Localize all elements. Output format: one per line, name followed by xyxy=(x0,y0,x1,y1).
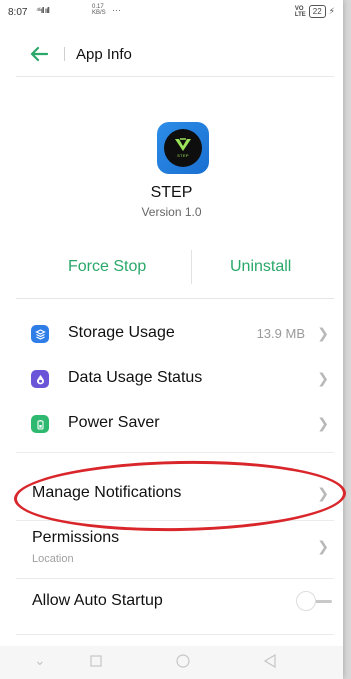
chevron-right-icon: ❯ xyxy=(317,538,329,554)
storage-usage-label: Storage Usage xyxy=(68,324,175,341)
system-nav-bar: ⌄ xyxy=(0,646,343,679)
charging-icon: ⚡ xyxy=(328,6,335,16)
storage-icon xyxy=(31,325,49,343)
header-divider xyxy=(64,47,65,61)
action-divider xyxy=(191,250,192,284)
recents-square-icon[interactable] xyxy=(90,654,102,670)
arrow-left-icon[interactable] xyxy=(30,46,49,62)
battery-icon: 22 xyxy=(308,5,326,18)
back-triangle-icon[interactable] xyxy=(263,653,276,671)
section-rule xyxy=(16,452,334,453)
home-circle-icon[interactable] xyxy=(176,654,190,671)
power-saver-row[interactable]: Power Saver ❯ xyxy=(0,404,343,444)
chevron-down-icon[interactable]: ⌄ xyxy=(34,652,46,669)
data-usage-row[interactable]: Data Usage Status ❯ xyxy=(0,359,343,399)
app-bar: App Info xyxy=(0,36,343,77)
permissions-label: Permissions xyxy=(32,529,120,546)
power-saver-label: Power Saver xyxy=(68,414,160,431)
app-version: Version 1.0 xyxy=(141,205,202,219)
network-speed-unit: KB/S xyxy=(92,10,106,16)
volte-bottom: LTE xyxy=(294,11,306,18)
v-logo-icon xyxy=(175,138,191,151)
auto-startup-toggle[interactable] xyxy=(296,591,336,611)
app-icon: STEP xyxy=(157,122,209,174)
section-rule xyxy=(16,578,334,579)
volte-icon: VO LTE xyxy=(295,6,306,18)
app-name: STEP xyxy=(150,184,193,201)
page-title: App Info xyxy=(76,46,132,63)
header-rule xyxy=(16,76,334,77)
chevron-right-icon: ❯ xyxy=(317,370,329,386)
app-icon-inner: STEP xyxy=(164,129,202,167)
permissions-subtitle: Location xyxy=(32,553,74,565)
permissions-row[interactable]: Permissions Location ❯ xyxy=(0,526,343,574)
auto-startup-row: Allow Auto Startup xyxy=(0,582,343,622)
chevron-right-icon: ❯ xyxy=(317,415,329,431)
data-usage-label: Data Usage Status xyxy=(68,369,203,386)
status-bar: 8:07 ⁴⁶ıll ııll 0.17 KB/S ··· VO LTE 22 … xyxy=(0,0,343,26)
storage-usage-row[interactable]: Storage Usage 13.9 MB ❯ xyxy=(0,314,343,354)
phone-screen: 8:07 ⁴⁶ıll ııll 0.17 KB/S ··· VO LTE 22 … xyxy=(0,0,343,679)
battery-icon xyxy=(31,415,49,433)
network-speed: 0.17 KB/S xyxy=(92,4,106,16)
data-drop-icon xyxy=(31,370,49,388)
force-stop-button[interactable]: Force Stop xyxy=(68,258,146,276)
toggle-knob xyxy=(296,591,316,611)
more-notifications-icon: ··· xyxy=(112,5,121,15)
storage-usage-value: 13.9 MB xyxy=(256,326,305,341)
chevron-right-icon: ❯ xyxy=(317,325,329,341)
signal-icon: ⁴⁶ıll ııll xyxy=(36,6,50,15)
section-rule xyxy=(16,634,334,635)
app-icon-label: STEP xyxy=(177,153,189,158)
status-time: 8:07 xyxy=(8,7,28,18)
auto-startup-label: Allow Auto Startup xyxy=(32,592,163,609)
action-rule xyxy=(16,298,334,299)
status-right: VO LTE 22 ⚡ xyxy=(295,5,335,18)
uninstall-button[interactable]: Uninstall xyxy=(230,258,291,276)
